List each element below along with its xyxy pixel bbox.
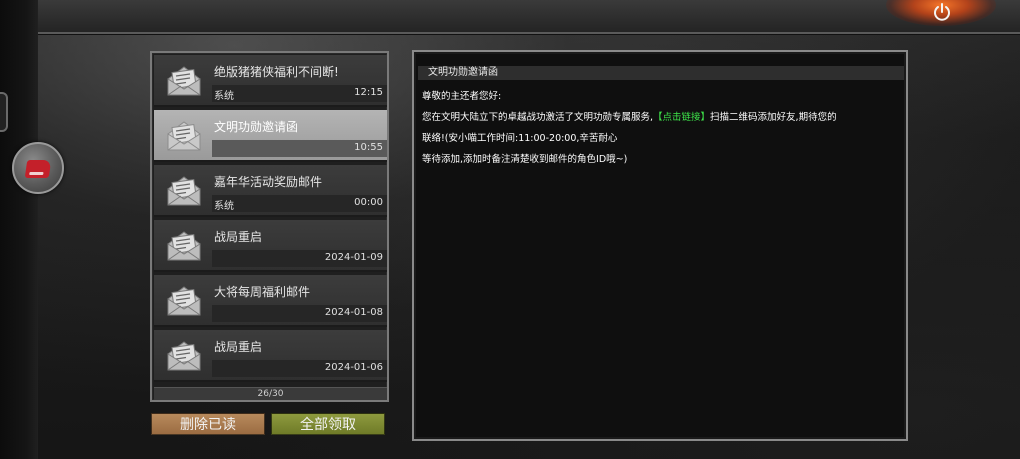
power-icon[interactable]	[928, 0, 956, 24]
mail-body-text: 您在文明大陆立下的卓越战功激活了文明功勋专属服务,	[422, 112, 654, 123]
delete-read-button[interactable]: 删除已读	[151, 413, 265, 435]
envelope-icon	[164, 336, 204, 376]
mail-time: 2024-01-08	[324, 307, 383, 318]
mail-title: 大将每周福利邮件	[214, 285, 311, 299]
mail-content-header: 文明功勋邀请函	[418, 66, 904, 80]
mail-time: 10:55	[354, 142, 383, 153]
claim-all-button[interactable]: 全部领取	[271, 413, 385, 435]
mail-list-item[interactable]: 嘉年华活动奖励邮件 系统 00:00	[154, 165, 387, 217]
game-screen: 绝版猪猪侠福利不间断! 系统 12:15 文明功勋邀请函 10:55 嘉年华活动奖励邮件系…	[0, 0, 1020, 459]
mail-list-item[interactable]: 战局重启 2024-01-09	[154, 220, 387, 272]
mail-badge-icon	[24, 160, 52, 178]
mail-list-item[interactable]: 战局重启 2024-01-06	[154, 330, 387, 382]
mail-sender: 系统	[214, 91, 234, 102]
mail-time: 12:15	[354, 87, 383, 98]
mail-body-line-2: 联络!(安小喵工作时间:11:00-20:00,辛苦耐心	[422, 133, 618, 144]
mail-content-body: 尊敬的主还者您好: 您在文明大陆立下的卓越战功激活了文明功勋专属服务,【点击链接…	[422, 86, 902, 170]
mail-body-text: 扫描二维码添加好友,期待您的	[710, 112, 837, 123]
mail-list-panel: 绝版猪猪侠福利不间断! 系统 12:15 文明功勋邀请函 10:55 嘉年华活动奖励邮件系…	[150, 51, 389, 402]
mail-body-line-3: 等待添加,添加时备注清楚收到邮件的角色ID哦~)	[422, 154, 628, 165]
mail-title: 文明功勋邀请函	[214, 120, 299, 134]
top-bar	[38, 0, 1020, 34]
mail-time: 2024-01-06	[324, 362, 383, 373]
mail-list-item[interactable]: 大将每周福利邮件 2024-01-08	[154, 275, 387, 327]
mail-content-title: 文明功勋邀请函	[428, 67, 498, 78]
mail-title: 战局重启	[214, 340, 263, 354]
envelope-icon	[164, 281, 204, 321]
mail-title: 嘉年华活动奖励邮件	[214, 175, 323, 189]
qr-link[interactable]: 【点击链接】	[653, 112, 710, 123]
mail-list-item[interactable]: 绝版猪猪侠福利不间断! 系统 12:15	[154, 55, 387, 107]
mail-title: 绝版猪猪侠福利不间断!	[214, 65, 339, 79]
envelope-icon	[164, 116, 204, 156]
mail-sender: 系统	[214, 201, 234, 212]
left-edge-strip	[0, 0, 38, 459]
edge-handle[interactable]	[0, 92, 8, 132]
envelope-icon	[164, 226, 204, 266]
mail-title: 战局重启	[214, 230, 263, 244]
mail-content-panel: 文明功勋邀请函 尊敬的主还者您好: 您在文明大陆立下的卓越战功激活了文明功勋专属…	[412, 50, 908, 441]
envelope-icon	[164, 171, 204, 211]
mail-greeting: 尊敬的主还者您好:	[422, 91, 502, 102]
mail-list-item[interactable]: 文明功勋邀请函 10:55	[154, 110, 387, 162]
envelope-icon	[164, 61, 204, 101]
page-counter: 26/30	[154, 387, 387, 400]
side-mail-button[interactable]	[12, 142, 64, 194]
mail-body-line-1: 您在文明大陆立下的卓越战功激活了文明功勋专属服务,【点击链接】扫描二维码添加好友…	[422, 107, 902, 128]
mail-time: 00:00	[354, 197, 383, 208]
mail-time: 2024-01-09	[324, 252, 383, 263]
